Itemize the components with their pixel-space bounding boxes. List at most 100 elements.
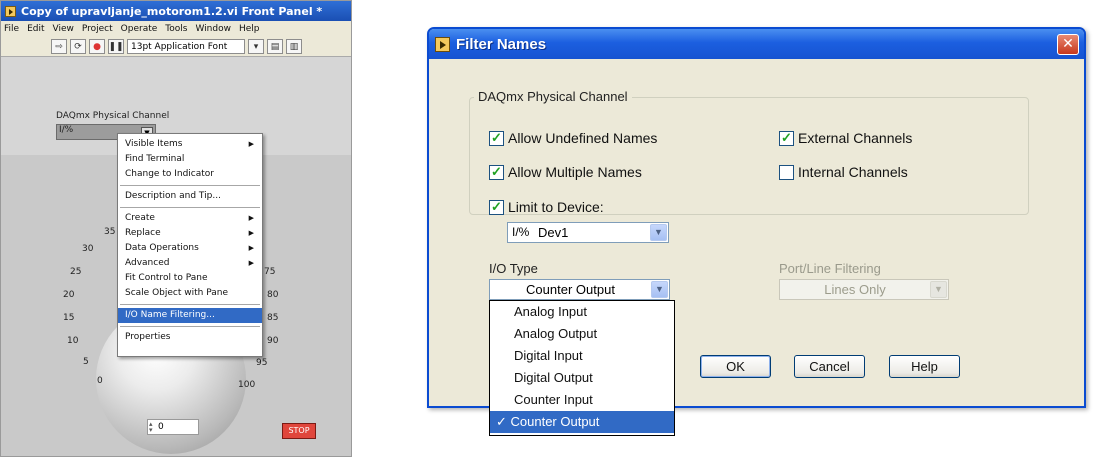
knob-tick: 85 [267, 313, 279, 323]
menu-window[interactable]: Window [195, 24, 231, 34]
knob-tick: 25 [70, 267, 82, 277]
knob-tick: 0 [97, 376, 103, 386]
dialog-title: Filter Names [456, 35, 547, 53]
checkbox-label: Allow Multiple Names [508, 164, 642, 180]
allow-undefined-names-checkbox[interactable]: Allow Undefined Names [489, 130, 657, 146]
menu-edit[interactable]: Edit [27, 24, 44, 34]
menu-item-io-name-filtering[interactable]: I/O Name Filtering... [118, 308, 262, 323]
allow-multiple-names-checkbox[interactable]: Allow Multiple Names [489, 164, 642, 180]
checkbox-label: External Channels [798, 130, 913, 146]
menu-item-find-terminal[interactable]: Find Terminal [118, 152, 262, 167]
checkbox-box[interactable] [779, 164, 794, 180]
dialog-title-bar: Filter Names ✕ [429, 29, 1084, 59]
chevron-down-icon[interactable]: ▼ [650, 224, 667, 241]
font-selector[interactable]: 13pt Application Font [127, 39, 245, 54]
stop-button[interactable]: STOP [282, 423, 316, 439]
knob-tick: 75 [264, 267, 276, 277]
menu-separator [120, 185, 260, 186]
increment-decrement-icon[interactable]: ▴ ▾ [149, 421, 156, 434]
checkbox-box[interactable] [489, 130, 504, 146]
menu-view[interactable]: View [53, 24, 74, 34]
numeric-value: 0 [158, 422, 164, 432]
port-line-filtering-label: Port/Line Filtering [779, 261, 881, 276]
menu-item-create[interactable]: Create [118, 211, 262, 226]
pause-icon[interactable]: ❚❚ [108, 39, 124, 54]
io-option-counter-output[interactable]: ✓ Counter Output [490, 411, 674, 433]
menu-item-change-to-indicator[interactable]: Change to Indicator [118, 167, 262, 182]
filter-names-dialog: Filter Names ✕ DAQmx Physical Channel Al… [427, 27, 1086, 436]
io-option-analog-output[interactable]: Analog Output [490, 323, 674, 345]
menu-item-data-operations[interactable]: Data Operations [118, 241, 262, 256]
menu-project[interactable]: Project [82, 24, 113, 34]
menu-bar: File Edit View Project Operate Tools Win… [1, 21, 351, 37]
channel-group-box [469, 97, 1029, 215]
io-option-digital-input[interactable]: Digital Input [490, 345, 674, 367]
menu-item-description-and-tip[interactable]: Description and Tip... [118, 189, 262, 204]
checkbox-box[interactable] [779, 130, 794, 146]
knob-tick: 95 [256, 358, 268, 368]
checkbox-box[interactable] [489, 199, 504, 215]
ok-button[interactable]: OK [700, 355, 771, 378]
menu-separator [120, 326, 260, 327]
knob-tick: 35 [104, 227, 116, 237]
external-channels-checkbox[interactable]: External Channels [779, 130, 912, 146]
knob-tick: 100 [238, 380, 256, 390]
menu-item-properties[interactable]: Properties [118, 330, 262, 345]
menu-item-replace[interactable]: Replace [118, 226, 262, 241]
limit-to-device-checkbox[interactable]: Limit to Device: [489, 199, 604, 215]
io-option-analog-input[interactable]: Analog Input [490, 301, 674, 323]
io-option-counter-input[interactable]: Counter Input [490, 389, 674, 411]
chevron-down-icon: ▼ [930, 281, 947, 298]
io-type-label: I/O Type [489, 261, 538, 276]
menu-item-visible-items[interactable]: Visible Items [118, 137, 262, 152]
io-option-digital-output[interactable]: Digital Output [490, 367, 674, 389]
io-type-select[interactable]: Counter Output ▼ [489, 279, 670, 300]
checkbox-box[interactable] [489, 164, 504, 180]
port-line-filtering-select: Lines Only ▼ [779, 279, 949, 300]
group-label: DAQmx Physical Channel [474, 89, 632, 104]
checkmark-icon: ✓ [496, 414, 511, 429]
menu-item-advanced[interactable]: Advanced [118, 256, 262, 271]
labview-front-panel-window: Copy of upravljanje_motorom1.2.vi Front … [0, 0, 352, 457]
vi-icon [435, 36, 450, 52]
menu-separator [120, 304, 260, 305]
checkbox-label: Internal Channels [798, 164, 908, 180]
context-menu: Visible Items Find Terminal Change to In… [117, 133, 263, 357]
knob-tick: 15 [63, 313, 75, 323]
option-label: Counter Output [510, 414, 600, 429]
distribute-objects-icon[interactable]: ▥ [286, 39, 302, 54]
knob-tick: 5 [83, 357, 89, 367]
menu-help[interactable]: Help [239, 24, 260, 34]
port-line-value: Lines Only [824, 282, 886, 297]
checkbox-label: Allow Undefined Names [508, 130, 658, 146]
menu-file[interactable]: File [4, 24, 19, 34]
close-icon[interactable]: ✕ [1057, 34, 1079, 55]
checkbox-label: Limit to Device: [508, 199, 604, 215]
chevron-down-icon[interactable]: ▼ [651, 281, 668, 298]
numeric-control[interactable]: ▴ ▾ 0 [147, 419, 199, 435]
io-icon: I/% [512, 225, 530, 239]
menu-operate[interactable]: Operate [121, 24, 158, 34]
knob-tick: 80 [267, 290, 279, 300]
menu-tools[interactable]: Tools [165, 24, 187, 34]
toolbar: ⇨ ⟳ ● ❚❚ 13pt Application Font ▾ ▤ ▥ [1, 37, 351, 57]
align-objects-icon[interactable]: ▤ [267, 39, 283, 54]
help-button[interactable]: Help [889, 355, 960, 378]
io-type-dropdown-list: Analog Input Analog Output Digital Input… [489, 300, 675, 436]
menu-item-scale-object-with-pane[interactable]: Scale Object with Pane [118, 286, 262, 301]
device-select[interactable]: I/% Dev1 ▼ [507, 222, 669, 243]
daq-channel-label: DAQmx Physical Channel [56, 111, 170, 121]
abort-icon[interactable]: ● [89, 39, 105, 54]
vi-icon [5, 5, 16, 17]
run-arrow-icon[interactable]: ⇨ [51, 39, 67, 54]
window-title: Copy of upravljanje_motorom1.2.vi Front … [21, 4, 323, 18]
cancel-button[interactable]: Cancel [794, 355, 865, 378]
device-value: Dev1 [538, 225, 569, 240]
io-type-value: Counter Output [526, 282, 615, 297]
internal-channels-checkbox[interactable]: Internal Channels [779, 164, 908, 180]
font-dropdown-icon[interactable]: ▾ [248, 39, 264, 54]
menu-item-fit-control-to-pane[interactable]: Fit Control to Pane [118, 271, 262, 286]
knob-tick: 90 [267, 336, 279, 346]
knob-tick: 10 [67, 336, 79, 346]
run-continuously-icon[interactable]: ⟳ [70, 39, 86, 54]
